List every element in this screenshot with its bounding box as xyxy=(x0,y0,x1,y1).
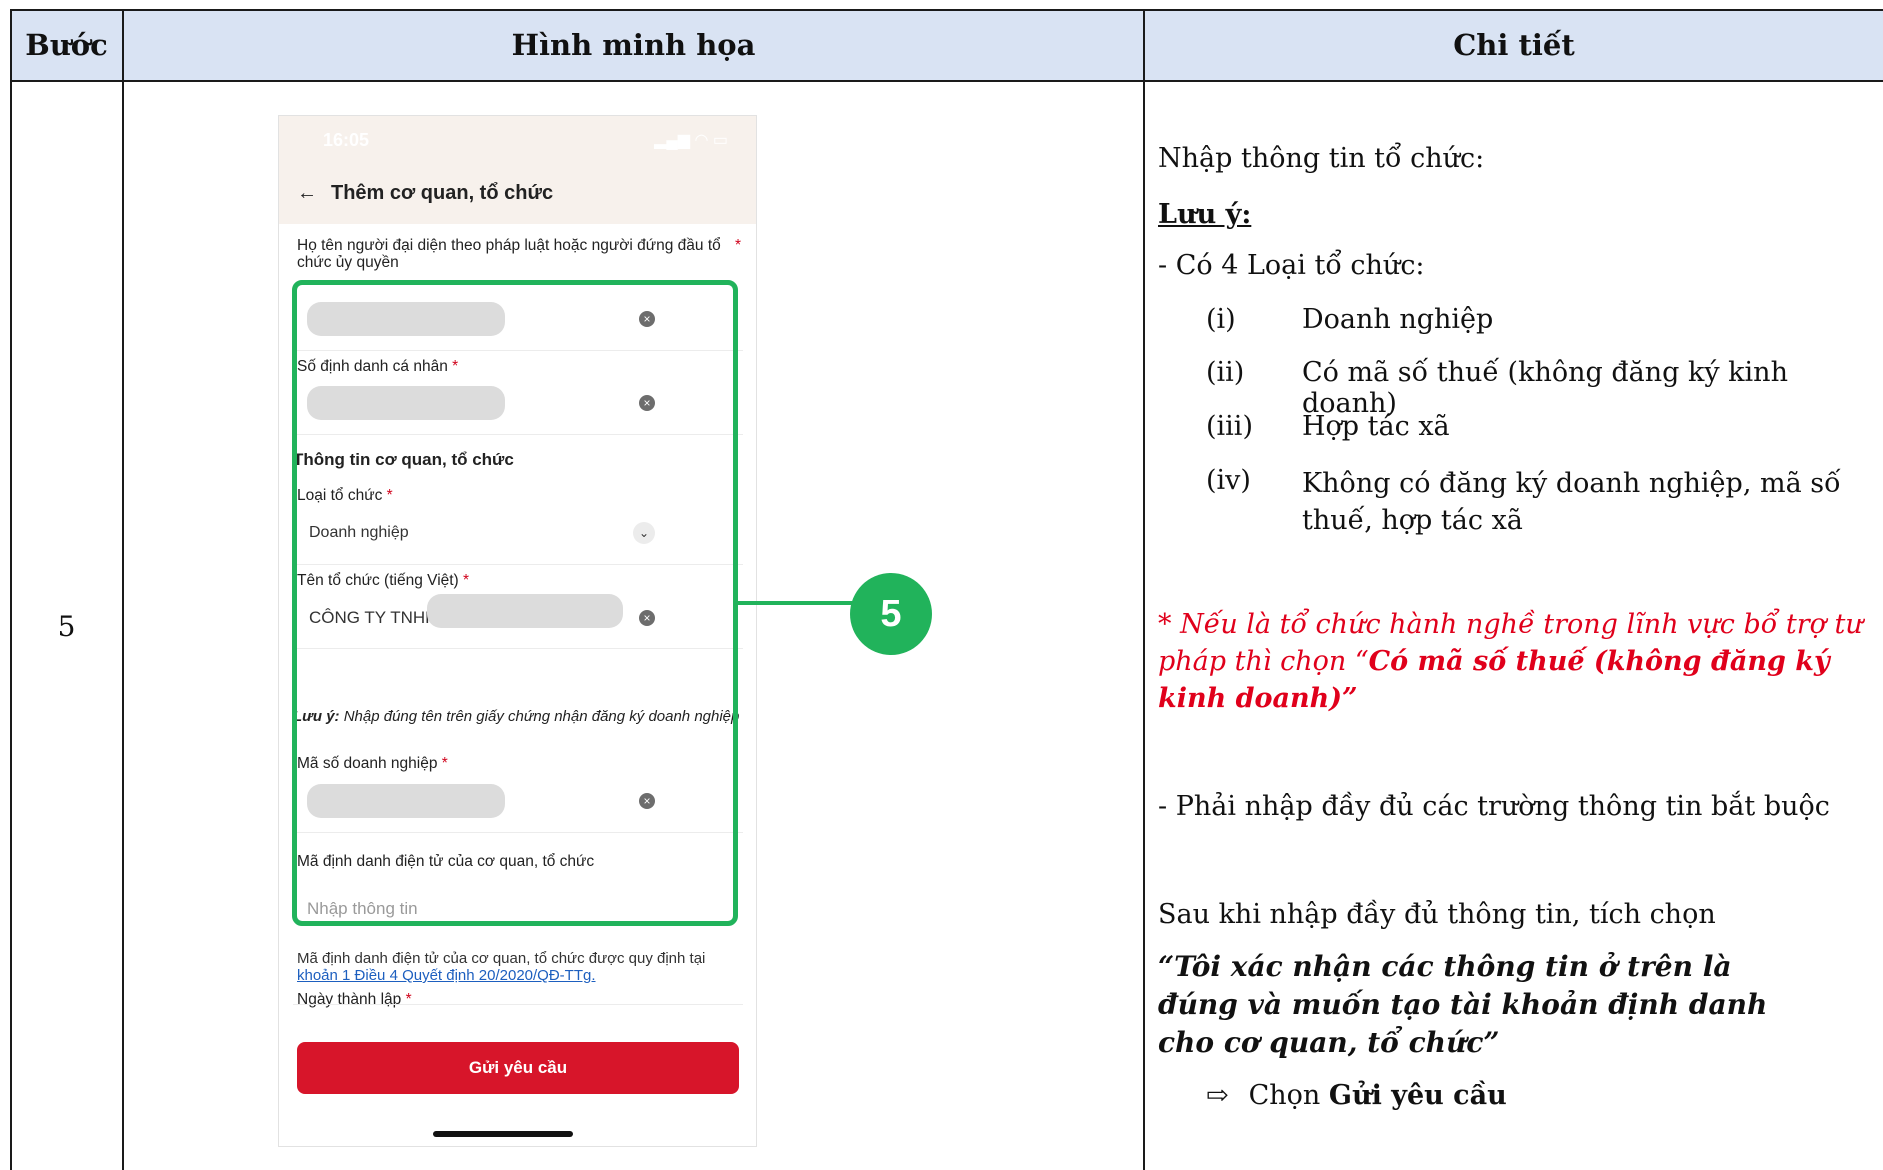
rep-name-label: Họ tên người đại diện theo pháp luật hoặ… xyxy=(297,237,741,271)
detail-required-note: - Phải nhập đầy đủ các trường thông tin … xyxy=(1158,791,1830,822)
table-column-divider-2 xyxy=(1143,9,1145,1170)
detail-red-note: * Nếu là tổ chức hành nghề trong lĩnh vự… xyxy=(1158,609,1863,714)
type-text-3: Hợp tác xã xyxy=(1302,411,1450,442)
callout-badge: 5 xyxy=(850,573,932,655)
step-number: 5 xyxy=(57,610,76,643)
type-num-2: (ii) xyxy=(1206,357,1245,388)
header-step: Bước xyxy=(25,28,108,62)
detail-types-intro: - Có 4 Loại tổ chức: xyxy=(1158,250,1425,281)
submit-request-button[interactable]: Gửi yêu cầu xyxy=(297,1042,739,1094)
detail-note-heading: Lưu ý: xyxy=(1158,199,1252,230)
table-column-divider-1 xyxy=(122,9,124,1170)
detail-intro: Nhập thông tin tổ chức: xyxy=(1158,143,1485,174)
status-time: 16:05 xyxy=(323,130,370,150)
right-arrow-icon: ⇨ xyxy=(1206,1080,1229,1111)
regulation-link[interactable]: khoản 1 Điều 4 Quyết định 20/2020/QĐ-TTg… xyxy=(297,967,596,984)
highlight-box xyxy=(292,280,738,926)
type-num-1: (i) xyxy=(1206,304,1236,335)
required-marker: * xyxy=(734,237,741,254)
detail-choose-line: ⇨ Chọn Gửi yêu cầu xyxy=(1206,1080,1507,1111)
screen-title: ← Thêm cơ quan, tổ chức xyxy=(297,182,554,204)
status-bar: 16:05 ▂▄▆ ◠ ▭ ← Thêm cơ quan, tổ chức xyxy=(279,116,756,224)
signal-wifi-battery-icon: ▂▄▆ ◠ ▭ xyxy=(654,132,728,149)
detail-after-fill: Sau khi nhập đầy đủ thông tin, tích chọn xyxy=(1158,899,1716,930)
table-border-left xyxy=(10,9,12,1170)
type-num-4: (iv) xyxy=(1206,465,1251,496)
header-detail: Chi tiết xyxy=(1453,28,1575,62)
type-text-1: Doanh nghiệp xyxy=(1302,304,1494,335)
type-text-2: Có mã số thuế (không đăng ký kinh doanh) xyxy=(1302,357,1788,419)
type-num-3: (iii) xyxy=(1206,411,1253,442)
founding-date-field[interactable] xyxy=(293,1004,743,1019)
back-arrow-icon[interactable]: ← xyxy=(297,182,317,204)
home-indicator xyxy=(433,1131,573,1137)
detail-confirm-quote: “Tôi xác nhận các thông tin ở trên là đú… xyxy=(1158,950,1768,1059)
type-text-4: Không có đăng ký doanh nghiệp, mã số thu… xyxy=(1302,468,1841,536)
header-illustration: Hình minh họa xyxy=(511,28,756,62)
callout-connector xyxy=(738,601,853,605)
electronic-id-footnote: Mã định danh điện tử của cơ quan, tổ chứ… xyxy=(297,950,706,984)
